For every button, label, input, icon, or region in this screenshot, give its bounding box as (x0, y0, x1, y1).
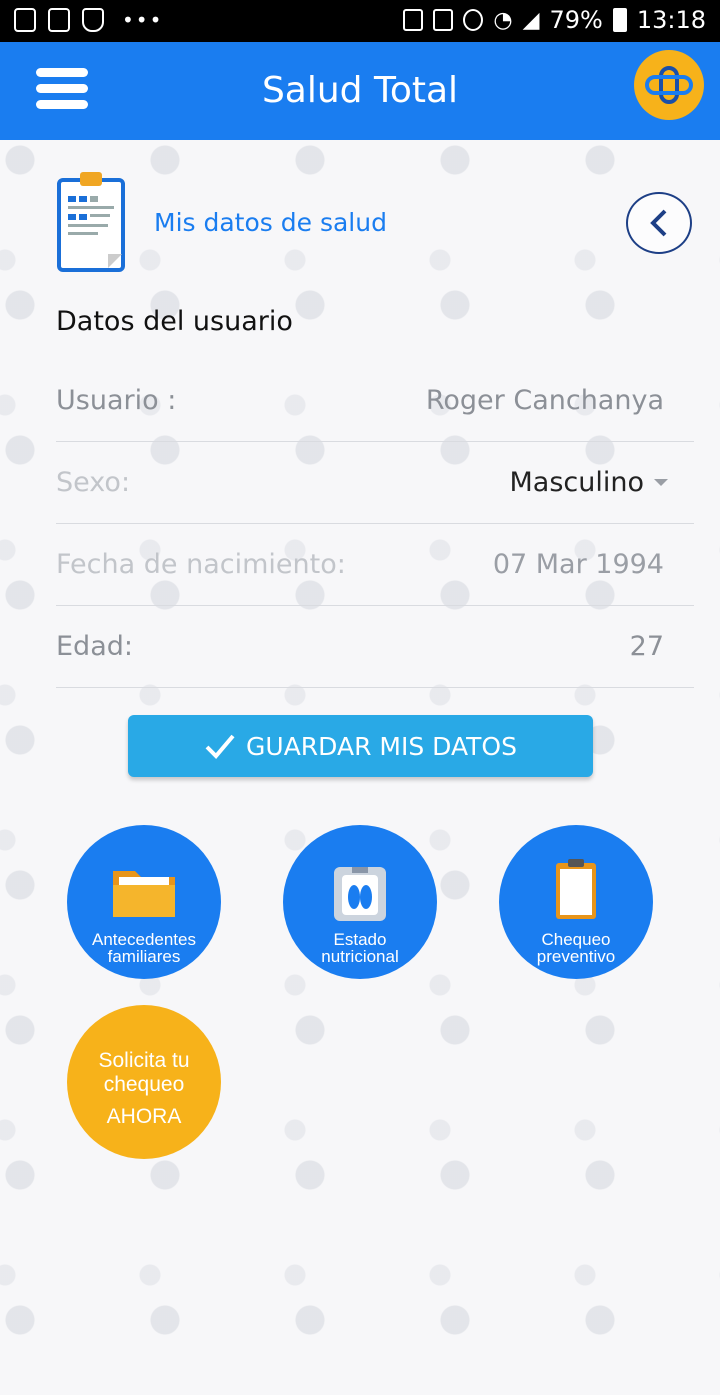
sexo-value: Masculino (509, 467, 645, 498)
wifi-icon: ◔ (493, 7, 513, 33)
more-notifications-icon: ••• (122, 8, 164, 32)
signal-icon: ◢ (522, 7, 540, 33)
app-title: Salud Total (261, 70, 459, 111)
edad-value: 27 (629, 631, 664, 662)
action-label-line1: Chequeo (541, 930, 611, 949)
mute-icon (433, 9, 454, 31)
folder-icon (113, 871, 175, 917)
cta-line2: chequeo (103, 1073, 185, 1096)
usuario-value: Roger Canchanya (425, 385, 664, 416)
app-logo-button[interactable] (634, 50, 704, 120)
field-sexo: Sexo: Masculino (56, 442, 694, 524)
action-label-line2: familiares (107, 947, 181, 966)
battery-percent: 79% (549, 6, 603, 34)
user-form: Usuario : Roger Canchanya Sexo: Masculin… (56, 360, 694, 688)
chequeo-preventivo-button[interactable]: Chequeo preventivo (499, 825, 653, 979)
alarm-icon (463, 9, 484, 31)
back-button[interactable] (626, 192, 692, 254)
app-bar: Salud Total (0, 42, 720, 140)
check-icon (205, 734, 235, 759)
field-usuario: Usuario : Roger Canchanya (56, 360, 694, 442)
cta-line1: Solicita tu (98, 1049, 190, 1072)
field-label: Usuario : (56, 385, 177, 416)
action-label-line1: Estado (333, 930, 387, 949)
action-label-line2: preventivo (536, 947, 616, 966)
health-cross-icon (645, 66, 693, 104)
clipboard-icon (57, 172, 125, 272)
notification-icon (14, 8, 36, 32)
save-button-label: GUARDAR MIS DATOS (246, 731, 517, 761)
clipboard-check-icon (556, 859, 596, 919)
request-checkup-button[interactable]: Solicita tu chequeo AHORA (67, 1005, 221, 1159)
shield-icon (82, 8, 104, 32)
estado-nutricional-button[interactable]: Estado nutricional (283, 825, 437, 979)
chevron-left-icon (650, 209, 667, 237)
section-link[interactable]: Mis datos de salud (154, 208, 387, 237)
field-fecha-nacimiento: Fecha de nacimiento: 07 Mar 1994 (56, 524, 694, 606)
user-data-heading: Datos del usuario (56, 306, 293, 337)
field-label: Fecha de nacimiento: (56, 549, 346, 580)
sexo-select[interactable]: Masculino (510, 467, 695, 498)
image-icon (48, 8, 70, 32)
action-label-line2: nutricional (321, 947, 399, 966)
clock: 13:18 (636, 6, 706, 34)
recycle-icon (403, 9, 424, 31)
antecedentes-familiares-button[interactable]: Antecedentes familiares (67, 825, 221, 979)
field-label: Edad: (56, 631, 133, 662)
field-label: Sexo: (56, 467, 131, 498)
action-label-line1: Antecedentes (92, 930, 196, 949)
save-data-button[interactable]: GUARDAR MIS DATOS (128, 715, 593, 777)
field-edad: Edad: 27 (56, 606, 694, 688)
status-bar: ••• ◔ ◢ 79% 13:18 (0, 0, 720, 42)
cta-line3: AHORA (106, 1105, 182, 1128)
battery-icon (612, 8, 627, 32)
caret-down-icon (654, 479, 668, 486)
scale-icon (334, 867, 386, 921)
fecha-value[interactable]: 07 Mar 1994 (493, 549, 694, 580)
section-header: Mis datos de salud (56, 170, 696, 280)
